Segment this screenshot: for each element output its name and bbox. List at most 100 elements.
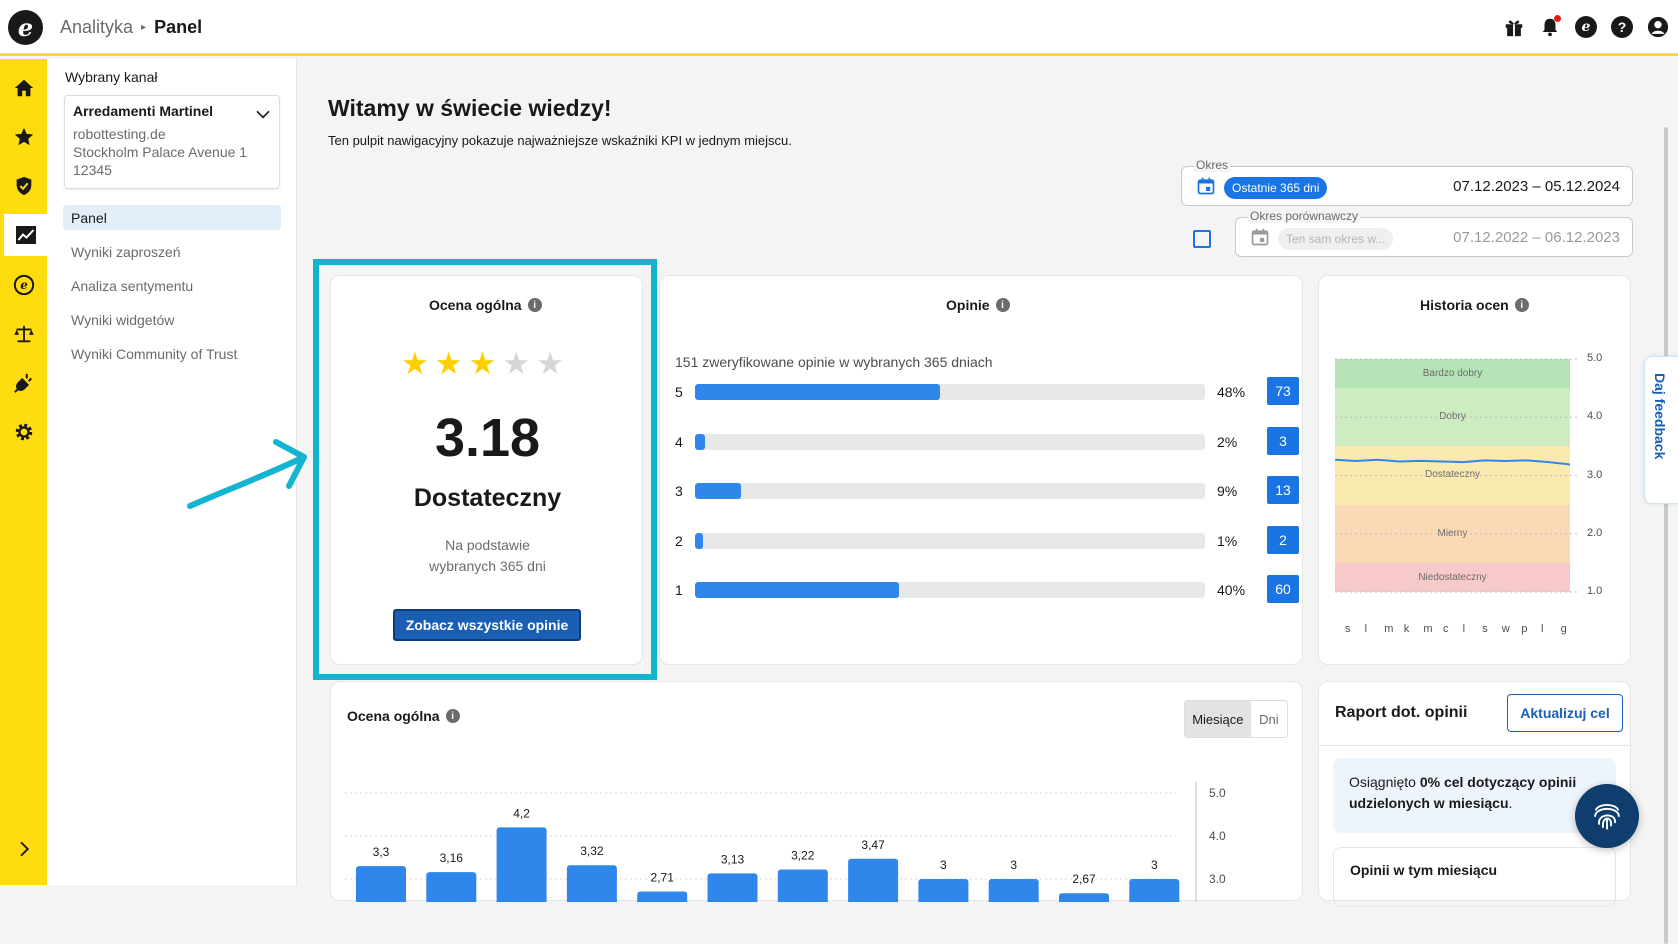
home-icon[interactable]	[0, 67, 47, 109]
bar-value-label: 3,3	[373, 845, 390, 859]
chevron-down-icon[interactable]	[255, 106, 271, 127]
gift-icon[interactable]	[1502, 15, 1526, 39]
monthly-bar-chart: 5.0 4.0 3.0 3,3 3,16 4,2 3,32 2,71 3,13 3,22 3,47 3…	[345, 782, 1226, 902]
monthly-rating-card: Ocena ogólna i Miesiące Dni 5.0 4.0 3.0 3,3…	[330, 681, 1303, 902]
info-icon[interactable]: i	[995, 298, 1010, 312]
monthly-bar	[566, 865, 617, 902]
distribution-percent: 2%	[1217, 433, 1238, 450]
channel-name: Arredamenti Martinel	[73, 103, 214, 119]
comparison-dates: 07.12.2022 – 06.12.2023	[1453, 229, 1620, 246]
bar-value-label: 3	[1151, 858, 1158, 872]
distribution-bar-fill	[695, 384, 940, 400]
sidebar-item-panel[interactable]: Panel	[63, 205, 281, 230]
help-icon[interactable]: ?	[1610, 15, 1634, 39]
review-distribution-row[interactable]: 2 1% 2	[675, 525, 1299, 556]
monthly-bar	[637, 891, 688, 902]
distribution-bar-fill	[695, 582, 899, 598]
review-distribution-row[interactable]: 1 40% 60	[675, 575, 1299, 605]
trusted-shops-logo[interactable]: e	[8, 10, 43, 45]
star-level-label: 2	[675, 532, 683, 549]
svg-text:e: e	[20, 278, 28, 292]
sidebar-item-community-of-trust[interactable]: Wyniki Community of Trust	[63, 341, 281, 366]
highlight-frame	[313, 259, 657, 680]
this-month-box: Opinii w tym miesiącu	[1333, 847, 1616, 907]
distribution-count-badge[interactable]: 2	[1267, 525, 1299, 554]
page-subtitle: Ten pulpit nawigacyjny pokazuje najważni…	[328, 133, 792, 148]
icon-rail: e	[0, 59, 47, 885]
sidebar-item-invitation-results[interactable]: Wyniki zaproszeń	[63, 239, 281, 264]
goal-status: Osiągnięto 0% cel dotyczący opinii udzie…	[1333, 758, 1616, 833]
reviews-card: Opinie i 151 zweryfikowane opinie w wybr…	[659, 275, 1303, 665]
period-chip[interactable]: Ostatnie 365 dni	[1224, 177, 1328, 199]
top-icons: e ?	[1502, 15, 1670, 39]
comparison-checkbox[interactable]	[1193, 230, 1211, 248]
distribution-bar-fill	[695, 532, 703, 549]
page-scrollbar[interactable]	[1662, 127, 1670, 944]
period-label: Okres	[1194, 158, 1231, 172]
scrollbar-thumb[interactable]	[1664, 127, 1668, 944]
distribution-count-badge[interactable]: 60	[1267, 575, 1299, 603]
trusted-shops-icon[interactable]: e	[1574, 15, 1598, 39]
distribution-count-badge[interactable]: 73	[1267, 377, 1299, 405]
rating-history-line	[1334, 458, 1571, 466]
distribution-count-badge[interactable]: 3	[1267, 426, 1299, 455]
review-distribution-row[interactable]: 3 9% 13	[675, 476, 1299, 506]
period-selector[interactable]: Okres Ostatnie 365 dni 07.12.2023 – 05.1…	[1181, 158, 1633, 206]
reviews-title: Opinie	[946, 297, 990, 313]
distribution-bar-track	[695, 582, 1205, 598]
feedback-tab-label: Daj feedback	[1652, 373, 1668, 460]
monthly-bar	[1129, 879, 1180, 902]
breadcrumb-item-panel: Panel	[154, 17, 203, 37]
shield-icon[interactable]	[0, 165, 47, 207]
update-goal-button[interactable]: Aktualizuj cel	[1507, 694, 1623, 732]
rating-history-card: Historia ocen i Bardzo dobry Dobry Dostate…	[1318, 275, 1631, 665]
logo-letter: e	[17, 13, 34, 42]
trusted-shops-icon[interactable]: e	[0, 264, 47, 306]
top-bar: e Analityka ▸ Panel e ?	[0, 0, 1678, 56]
monthly-bar	[848, 858, 899, 902]
monthly-bar	[988, 879, 1039, 902]
bar-value-label: 3,22	[791, 849, 815, 863]
distribution-bar-fill	[695, 433, 706, 450]
distribution-bar-track	[695, 483, 1205, 499]
star-icon[interactable]	[0, 116, 47, 158]
sidebar-item-widget-results[interactable]: Wyniki widgetów	[63, 307, 281, 332]
expand-rail-chevron-icon[interactable]	[12, 837, 36, 861]
page-title: Witamy w świecie wiedzy!	[328, 95, 612, 121]
review-distribution-row[interactable]: 5 48% 73	[675, 377, 1299, 407]
plug-icon[interactable]	[0, 362, 47, 404]
channel-domain: robottesting.de	[73, 126, 166, 142]
monthly-bar	[426, 872, 477, 902]
comparison-period-selector[interactable]: Okres porównawczy Ten sam okres w... 07.…	[1235, 209, 1633, 257]
channel-label: Wybrany kanał	[65, 69, 158, 85]
bar-value-label: 3,32	[580, 844, 604, 858]
y-axis-tick-label: 3.0	[1209, 872, 1226, 886]
monthly-bar	[1059, 893, 1109, 902]
breadcrumb-item-analytics[interactable]: Analityka	[60, 17, 133, 38]
review-distribution-row[interactable]: 4 2% 3	[675, 426, 1299, 457]
scales-icon[interactable]	[0, 313, 47, 355]
account-icon[interactable]	[1646, 15, 1670, 39]
distribution-bar-track	[695, 532, 1205, 549]
bell-icon[interactable]	[1538, 15, 1562, 39]
bar-value-label: 2,71	[651, 870, 675, 884]
comparison-chip: Ten sam okres w...	[1278, 228, 1394, 250]
distribution-count-badge[interactable]: 13	[1267, 476, 1299, 504]
monthly-bar	[918, 879, 969, 902]
distribution-bar-fill	[695, 483, 741, 499]
monthly-bar	[707, 873, 758, 902]
feedback-tab[interactable]: Daj feedback	[1644, 356, 1678, 504]
gear-icon[interactable]	[0, 411, 47, 453]
fingerprint-button[interactable]	[1575, 784, 1639, 848]
channel-selector[interactable]: Arredamenti Martinel robottesting.de Sto…	[64, 95, 280, 189]
rating-history-line-chart	[1334, 358, 1580, 593]
notification-dot	[1554, 15, 1561, 22]
highlight-arrow-icon	[187, 439, 307, 509]
calendar-icon	[1196, 176, 1216, 201]
card-title: Opinie i	[946, 297, 1010, 313]
divider	[1319, 745, 1632, 746]
fingerprint-icon	[1594, 803, 1620, 830]
bar-value-label: 3,47	[861, 838, 885, 852]
sidebar-item-sentiment-analysis[interactable]: Analiza sentymentu	[63, 273, 281, 298]
analytics-icon[interactable]	[4, 214, 47, 256]
